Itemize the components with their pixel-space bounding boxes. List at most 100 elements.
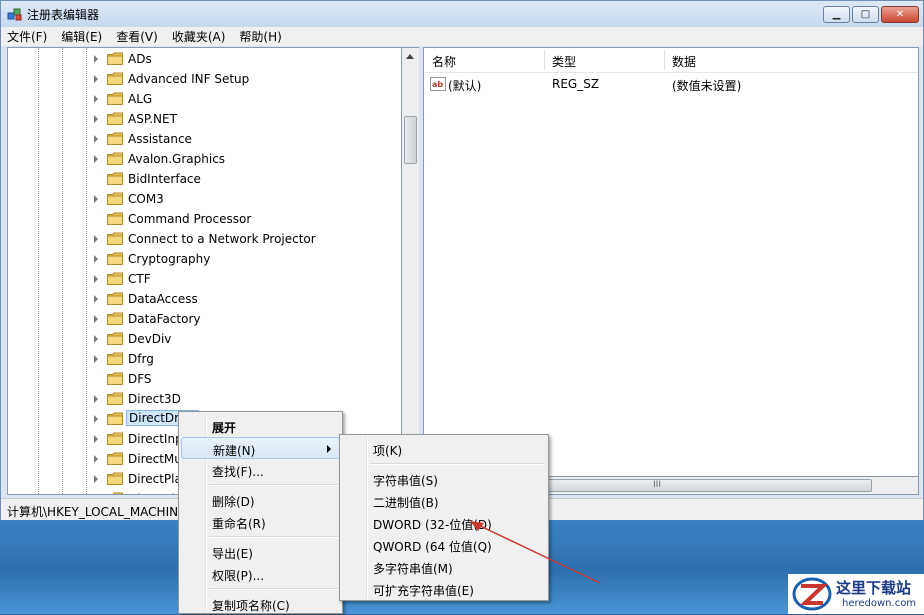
menu-help[interactable]: 帮助(H) — [233, 28, 287, 45]
menu-item[interactable]: 字符串值(S) — [342, 468, 546, 490]
folder-icon — [107, 352, 123, 365]
tree-item[interactable]: CTF — [8, 269, 401, 289]
expand-arrow-icon[interactable] — [94, 135, 98, 143]
tree-item[interactable]: DataFactory — [8, 309, 401, 329]
watermark-title: 这里下载站 — [836, 579, 912, 597]
column-data[interactable]: 数据 — [672, 53, 696, 70]
scroll-thumb[interactable] — [404, 116, 417, 164]
folder-icon — [107, 152, 123, 165]
close-button[interactable]: ✕ — [881, 6, 919, 23]
tree-item[interactable]: COM3 — [8, 189, 401, 209]
values-list[interactable]: 名称 类型 数据 ab (默认) REG_SZ (数值未设置) — [423, 47, 919, 495]
menu-item-label: 复制项名称(C) — [212, 599, 290, 613]
expand-arrow-icon[interactable] — [94, 475, 98, 483]
column-divider[interactable] — [544, 50, 545, 70]
folder-icon — [107, 492, 123, 494]
expand-arrow-icon[interactable] — [94, 455, 98, 463]
expand-arrow-icon[interactable] — [94, 115, 98, 123]
menu-item[interactable]: 重命名(R) — [181, 511, 340, 533]
folder-icon — [107, 72, 123, 85]
menu-favorites[interactable]: 收藏夹(A) — [166, 28, 232, 45]
tree-item[interactable]: DFS — [8, 369, 401, 389]
menu-separator — [209, 536, 338, 538]
menu-separator — [209, 484, 338, 486]
menu-item-label: 删除(D) — [212, 495, 255, 509]
folder-icon — [107, 272, 123, 285]
menu-item-label: 查找(F)... — [212, 465, 264, 479]
menu-item-label: 权限(P)... — [212, 569, 265, 583]
menu-item[interactable]: 权限(P)... — [181, 563, 340, 585]
menu-item[interactable]: 复制项名称(C) — [181, 593, 340, 615]
list-row[interactable]: ab (默认) REG_SZ (数值未设置) — [424, 74, 918, 94]
expand-arrow-icon[interactable] — [94, 275, 98, 283]
tree-item[interactable]: DevDiv — [8, 329, 401, 349]
tree-item-label: DataAccess — [128, 292, 198, 306]
menu-item[interactable]: 新建(N) — [181, 437, 340, 459]
tree-item[interactable]: BidInterface — [8, 169, 401, 189]
menu-item[interactable]: 二进制值(B) — [342, 490, 546, 512]
folder-icon — [107, 432, 123, 445]
expand-arrow-icon[interactable] — [94, 195, 98, 203]
menu-item-label: 二进制值(B) — [373, 496, 439, 510]
tree-item[interactable]: ADs — [8, 49, 401, 69]
menu-item[interactable]: 导出(E) — [181, 541, 340, 563]
menu-item[interactable]: 查找(F)... — [181, 459, 340, 481]
menu-separator — [370, 463, 544, 465]
tree-item[interactable]: ASP.NET — [8, 109, 401, 129]
tree-item-label: Command Processor — [128, 212, 252, 226]
tree-item[interactable]: Dfrg — [8, 349, 401, 369]
menu-edit[interactable]: 编辑(E) — [55, 28, 108, 45]
tree-item-label: ASP.NET — [128, 112, 177, 126]
folder-icon — [107, 192, 123, 205]
list-header: 名称 类型 数据 — [424, 48, 918, 73]
menu-item[interactable]: 展开 — [181, 415, 340, 437]
tree-vertical-scrollbar[interactable] — [402, 47, 419, 495]
expand-arrow-icon[interactable] — [94, 415, 98, 423]
column-name[interactable]: 名称 — [432, 53, 456, 70]
expand-arrow-icon[interactable] — [94, 75, 98, 83]
tree-item[interactable]: Assistance — [8, 129, 401, 149]
maximize-button[interactable]: □ — [852, 6, 879, 23]
folder-icon — [107, 472, 123, 485]
menu-item[interactable]: 删除(D) — [181, 489, 340, 511]
tree-item[interactable]: DataAccess — [8, 289, 401, 309]
tree-item[interactable]: Connect to a Network Projector — [8, 229, 401, 249]
expand-arrow-icon[interactable] — [94, 255, 98, 263]
tree-item[interactable]: Cryptography — [8, 249, 401, 269]
expand-arrow-icon[interactable] — [94, 295, 98, 303]
tree-item[interactable]: Direct3D — [8, 389, 401, 409]
folder-icon — [107, 112, 123, 125]
title-bar[interactable]: 注册表编辑器 ▁ □ ✕ — [1, 1, 923, 27]
menu-item-label: 可扩充字符串值(E) — [373, 584, 474, 598]
tree-item-label: Advanced INF Setup — [128, 72, 250, 86]
expand-arrow-icon[interactable] — [94, 315, 98, 323]
scroll-up-icon[interactable] — [406, 54, 414, 59]
tree-item[interactable]: Command Processor — [8, 209, 401, 229]
minimize-icon: ▁ — [832, 9, 841, 20]
tree-item[interactable]: Advanced INF Setup — [8, 69, 401, 89]
expand-arrow-icon[interactable] — [94, 435, 98, 443]
expand-arrow-icon[interactable] — [94, 235, 98, 243]
menu-item[interactable]: 项(K) — [342, 438, 546, 460]
menu-view[interactable]: 查看(V) — [110, 28, 164, 45]
tree-item[interactable]: ALG — [8, 89, 401, 109]
column-divider[interactable] — [664, 50, 665, 70]
expand-arrow-icon[interactable] — [94, 395, 98, 403]
expand-arrow-icon[interactable] — [94, 335, 98, 343]
folder-icon — [107, 252, 123, 265]
folder-icon — [107, 332, 123, 345]
watermark-logo-icon — [792, 577, 832, 611]
column-type[interactable]: 类型 — [552, 53, 576, 70]
tree-item[interactable]: Avalon.Graphics — [8, 149, 401, 169]
value-data: (数值未设置) — [672, 79, 742, 93]
minimize-button[interactable]: ▁ — [823, 6, 850, 23]
expand-arrow-icon[interactable] — [94, 155, 98, 163]
value-type: REG_SZ — [552, 77, 600, 91]
tree-item-label: BidInterface — [128, 172, 201, 186]
folder-icon — [107, 212, 123, 225]
expand-arrow-icon[interactable] — [94, 95, 98, 103]
expand-arrow-icon[interactable] — [94, 355, 98, 363]
tree-item-label: COM3 — [128, 192, 164, 206]
menu-file[interactable]: 文件(F) — [1, 28, 53, 45]
expand-arrow-icon[interactable] — [94, 55, 98, 63]
